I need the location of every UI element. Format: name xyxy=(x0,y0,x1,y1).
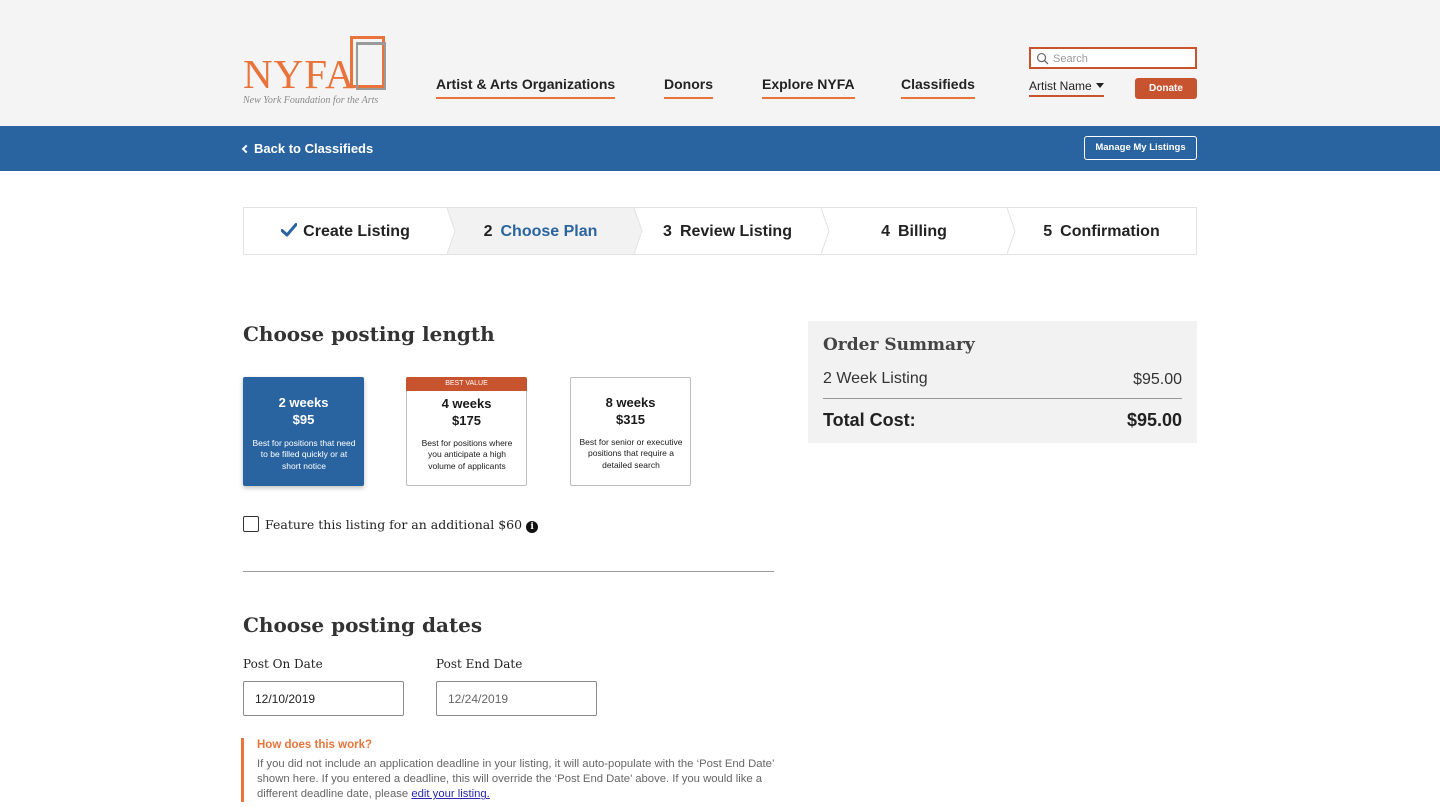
post-on-date-label: Post On Date xyxy=(243,657,323,671)
plan-card-4-weeks[interactable]: BEST VALUE 4 weeks $175 Best for positio… xyxy=(406,377,527,486)
posting-dates-heading: Choose posting dates xyxy=(243,613,483,637)
logo-wordmark: NYFA xyxy=(243,51,356,97)
help-callout: How does this work? If you did not inclu… xyxy=(241,738,781,802)
progress-stepper: Create Listing 2 Choose Plan 3 Review List… xyxy=(243,207,1197,255)
user-menu[interactable]: Artist Name xyxy=(1029,79,1104,97)
nyfa-logo[interactable]: NYFA New York Foundation for the Arts xyxy=(243,36,388,108)
summary-divider xyxy=(823,398,1182,399)
step-separator xyxy=(821,208,830,254)
plan-card-2-weeks[interactable]: 2 weeks $95 Best for positions that need… xyxy=(243,377,364,486)
help-title: How does this work? xyxy=(257,739,373,751)
search-box xyxy=(1029,47,1197,69)
posting-length-heading: Choose posting length xyxy=(243,322,495,346)
post-end-date-label: Post End Date xyxy=(436,657,523,671)
user-menu-label: Artist Name xyxy=(1029,79,1092,93)
section-divider xyxy=(243,571,774,572)
step-separator xyxy=(1007,208,1016,254)
step-number: 2 xyxy=(483,223,493,240)
classifieds-bar: Back to Classifieds Manage My Listings xyxy=(0,126,1440,171)
line-item-label: 2 Week Listing xyxy=(823,370,928,387)
step-label: Create Listing xyxy=(303,223,410,240)
nav-artist-orgs[interactable]: Artist & Arts Organizations xyxy=(436,76,616,99)
order-summary: Order Summary 2 Week Listing $95.00 Tota… xyxy=(808,321,1197,443)
step-review-listing[interactable]: 3 Review Listing xyxy=(634,208,821,254)
order-summary-title: Order Summary xyxy=(823,335,975,355)
plan-weeks: 4 weeks xyxy=(441,396,492,411)
plan-price: $315 xyxy=(616,412,645,427)
step-number: 4 xyxy=(881,223,890,240)
caret-down-icon xyxy=(1095,83,1104,88)
edit-listing-link[interactable]: edit your listing. xyxy=(411,788,490,800)
search-input[interactable] xyxy=(1053,50,1193,67)
plan-weeks: 8 weeks xyxy=(605,395,656,410)
plan-description: Best for positions where you anticipate … xyxy=(421,438,513,471)
step-separator xyxy=(447,208,456,254)
plan-card-8-weeks[interactable]: 8 weeks $315 Best for senior or executiv… xyxy=(570,377,691,486)
step-choose-plan[interactable]: 2 Choose Plan xyxy=(447,208,634,254)
step-confirmation[interactable]: 5 Confirmation xyxy=(1007,208,1196,254)
manage-listings-button[interactable]: Manage My Listings xyxy=(1084,136,1197,160)
best-value-badge: BEST VALUE xyxy=(406,377,527,391)
check-icon xyxy=(281,223,298,237)
nav-classifieds[interactable]: Classifieds xyxy=(901,76,975,99)
step-number: 3 xyxy=(663,223,672,240)
search-icon xyxy=(1036,52,1049,65)
back-to-classifieds-link[interactable]: Back to Classifieds xyxy=(241,141,374,156)
line-item-value: $95.00 xyxy=(1133,371,1182,388)
info-icon[interactable]: i xyxy=(526,521,539,533)
post-on-date-input[interactable] xyxy=(243,681,404,716)
step-create-listing[interactable]: Create Listing xyxy=(244,208,447,254)
plan-price: $175 xyxy=(452,413,481,428)
logo-subtitle: New York Foundation for the Arts xyxy=(243,95,379,106)
step-number: 5 xyxy=(1043,223,1053,240)
plan-weeks: 2 weeks xyxy=(278,395,329,410)
feature-listing-option: Feature this listing for an additional $… xyxy=(243,516,539,533)
step-label: Confirmation xyxy=(1060,223,1160,240)
site-header: NYFA New York Foundation for the Arts Ar… xyxy=(0,0,1440,126)
chevron-left-icon xyxy=(241,144,251,154)
step-billing[interactable]: 4 Billing xyxy=(821,208,1007,254)
plan-description: Best for senior or executive positions t… xyxy=(579,437,683,470)
step-label: Review Listing xyxy=(679,223,792,240)
step-label: Billing xyxy=(898,223,947,240)
post-end-date-input[interactable] xyxy=(436,681,597,716)
nav-explore-nyfa[interactable]: Explore NYFA xyxy=(762,76,855,99)
donate-button[interactable]: Donate xyxy=(1135,78,1197,99)
help-text: If you did not include an application de… xyxy=(257,758,775,801)
total-cost-value: $95.00 xyxy=(1126,410,1182,430)
plan-description: Best for positions that need to be fille… xyxy=(252,438,356,471)
feature-checkbox[interactable] xyxy=(243,516,259,532)
nav-donors[interactable]: Donors xyxy=(664,76,713,99)
total-cost-label: Total Cost: xyxy=(823,410,916,430)
plan-price: $95 xyxy=(292,412,315,427)
feature-label: Feature this listing for an additional $… xyxy=(265,517,523,532)
step-label: Choose Plan xyxy=(500,223,598,240)
step-separator xyxy=(634,208,643,254)
help-body: If you did not include an application de… xyxy=(257,757,787,803)
back-link-label: Back to Classifieds xyxy=(254,141,374,156)
